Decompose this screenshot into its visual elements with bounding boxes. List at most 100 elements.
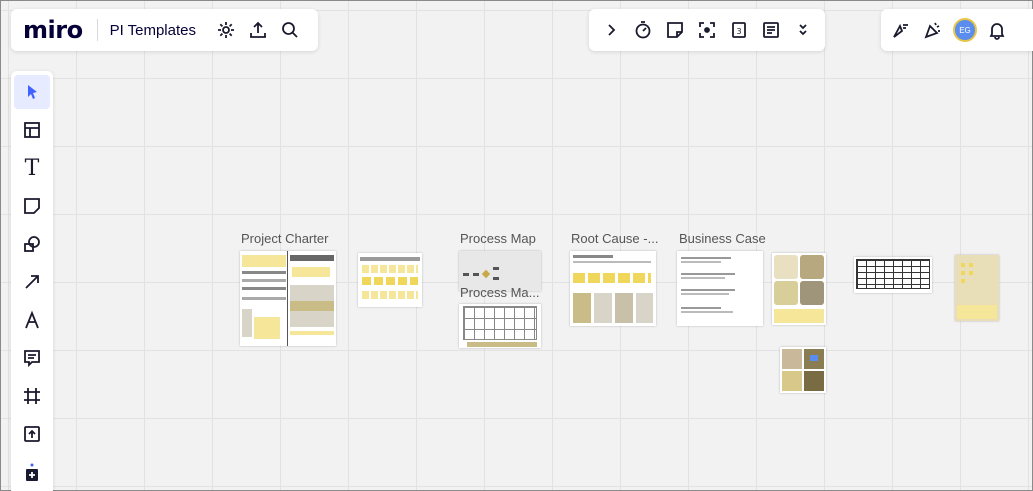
creation-toolbar: T [11,71,53,491]
settings-icon[interactable] [210,14,242,46]
shapes-icon[interactable] [14,227,50,261]
sticky-note-icon[interactable] [14,189,50,223]
sticky-dot [961,279,965,283]
chevrons-down-icon[interactable] [787,14,819,46]
more-tools-icon[interactable] [14,455,50,489]
search-icon[interactable] [274,14,306,46]
column-block [636,293,653,323]
process-step [473,273,479,276]
text-line [681,289,735,291]
table-block [242,255,286,267]
frame-title-process-map[interactable]: Process Map [460,231,536,246]
text-line [681,273,735,275]
focus-icon[interactable] [691,14,723,46]
quadrant [782,371,802,391]
frame-table[interactable] [854,257,932,293]
text-line [681,307,721,309]
sticky-dot [969,263,973,267]
comment-icon[interactable] [14,341,50,375]
column-block [594,293,612,323]
sticky-row [362,265,418,273]
quadrant [804,371,824,391]
text-line [681,257,731,259]
frame-project-charter[interactable] [240,251,336,346]
board-header: miro PI Templates [11,9,318,51]
text-line [242,297,286,300]
calendar-number-icon[interactable]: 3 [723,14,755,46]
notes-icon[interactable] [755,14,787,46]
note-block [774,309,824,323]
text-line [681,277,725,279]
table-block [254,317,280,339]
process-step [493,267,499,270]
sticky-dot [961,271,965,275]
bell-icon[interactable] [981,14,1013,46]
text-line [242,279,286,282]
avatar[interactable]: EG [953,18,977,42]
table-block [292,267,330,277]
frame-title-project-charter[interactable]: Project Charter [241,231,328,246]
miro-logo[interactable]: miro [23,16,83,44]
table-block [290,331,334,335]
text-line [681,311,733,313]
upload-icon[interactable] [242,14,274,46]
frame-small-matrix[interactable] [780,347,826,393]
sticky-row [362,291,418,299]
text-line [360,257,420,261]
board-name[interactable]: PI Templates [110,22,196,39]
svg-text:3: 3 [736,27,741,36]
footer-bar [467,342,537,347]
text-line [573,255,613,258]
text-line [681,261,721,263]
user-toolbar: EG [881,9,1033,51]
column-block [615,293,633,323]
chevron-right-icon[interactable] [595,14,627,46]
frame-title-process-map-2[interactable]: Process Ma... [460,285,539,300]
arrow-line-icon[interactable] [14,265,50,299]
quadrant [774,255,798,279]
sticky-dot [961,263,965,267]
frame-title-root-cause[interactable]: Root Cause -... [571,231,658,246]
timer-icon[interactable] [627,14,659,46]
quadrant [800,255,824,279]
celebrate-icon[interactable] [917,14,949,46]
divider [96,19,98,41]
divider [287,251,288,346]
reactions-icon[interactable] [885,14,917,46]
frame-business-case[interactable] [677,251,763,326]
grid-table [463,306,537,340]
frame-sticky-board[interactable] [358,253,422,307]
decision-shape [481,269,491,279]
frame-quadrant-board[interactable] [772,253,826,325]
sticky-row [362,277,418,285]
select-tool-icon[interactable] [14,75,50,109]
upload-to-board-icon[interactable] [14,417,50,451]
column-block [573,293,591,323]
quadrant [774,281,798,305]
text-line [242,287,286,290]
note-icon[interactable] [659,14,691,46]
table-block [242,309,252,337]
table-block [290,301,334,311]
text-line [242,271,286,274]
pen-icon[interactable] [14,303,50,337]
grid-table [856,259,930,289]
text-line [573,261,651,263]
sticky-dot [969,271,973,275]
frame-sticky-column[interactable] [955,255,999,321]
process-step [493,277,499,280]
process-step [463,273,469,276]
quadrant [800,281,824,305]
marker [810,355,818,361]
text-line [290,255,334,261]
frame-title-business-case[interactable]: Business Case [679,231,766,246]
text-line [681,293,729,295]
note-block [957,305,997,319]
sticky-row [573,273,651,283]
frame-process-map-2[interactable] [459,304,541,348]
collaboration-toolbar: 3 [589,9,825,51]
frame-icon[interactable] [14,379,50,413]
frame-root-cause[interactable] [570,251,656,326]
templates-icon[interactable] [14,113,50,147]
text-tool-icon[interactable]: T [14,151,50,185]
